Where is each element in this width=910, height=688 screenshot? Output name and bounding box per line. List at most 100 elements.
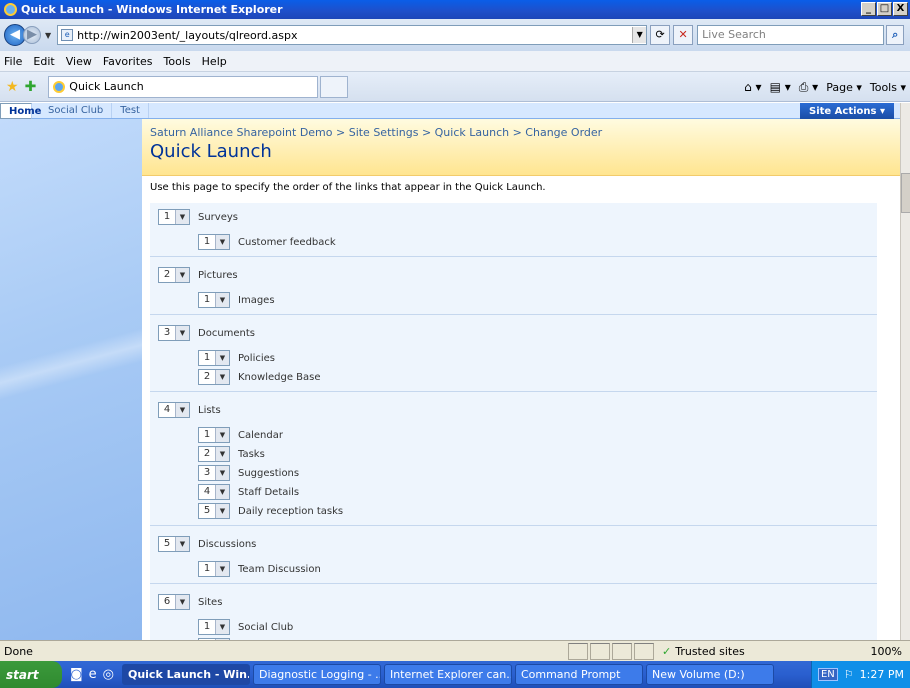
menu-file[interactable]: File [4, 55, 22, 68]
section-row-label: Lists [198, 404, 221, 416]
chevron-down-icon[interactable]: ▼ [175, 326, 189, 340]
chevron-down-icon[interactable]: ▼ [215, 620, 229, 634]
vertical-scrollbar[interactable] [900, 103, 910, 640]
section-row: 5 ▼ Discussions [158, 535, 256, 553]
chevron-down-icon[interactable]: ▼ [215, 351, 229, 365]
task-button[interactable]: Quick Launch - Win... [121, 664, 250, 685]
clock: 1:27 PM [859, 668, 904, 681]
network-icon[interactable]: ⚐ [844, 668, 854, 681]
chevron-down-icon[interactable]: ▼ [175, 403, 189, 417]
order-value: 2 [203, 371, 211, 382]
task-button[interactable]: New Volume (D:) [645, 664, 774, 685]
menu-view[interactable]: View [66, 55, 92, 68]
order-select[interactable]: 3 ▼ [198, 465, 230, 481]
item-row: 1 ▼ Customer feedback [198, 233, 336, 251]
scroll-thumb[interactable] [901, 173, 910, 213]
page-menu[interactable]: Page ▾ [826, 81, 862, 94]
status-cell [568, 642, 588, 660]
menu-edit[interactable]: Edit [33, 55, 54, 68]
order-select[interactable]: 1 ▼ [198, 561, 230, 577]
order-select[interactable]: 1 ▼ [198, 427, 230, 443]
language-indicator[interactable]: EN [817, 668, 838, 681]
order-select[interactable]: 1 ▼ [158, 209, 190, 225]
section-row: 2 ▼ Pictures [158, 266, 238, 284]
address-url[interactable]: http://win2003ent/_layouts/qlreord.aspx [77, 29, 297, 42]
command-bar: ⌂ ▾ ▤ ▾ ⎙ ▾ Page ▾ Tools ▾ [744, 72, 906, 102]
stop-button[interactable]: ✕ [673, 25, 694, 45]
order-select[interactable]: 6 ▼ [158, 594, 190, 610]
zoom-level[interactable]: 100% [863, 645, 910, 658]
chevron-down-icon[interactable]: ▼ [215, 466, 229, 480]
nav-tab-social-club[interactable]: Social Club [40, 103, 113, 118]
security-zone[interactable]: ✓ Trusted sites [656, 645, 784, 658]
chevron-down-icon[interactable]: ▼ [175, 595, 189, 609]
chevron-down-icon[interactable]: ▼ [215, 428, 229, 442]
item-row-label: Policies [238, 352, 275, 364]
tools-menu[interactable]: Tools ▾ [870, 81, 906, 94]
order-select[interactable]: 1 ▼ [198, 619, 230, 635]
ie-logo-icon [4, 3, 17, 16]
chevron-down-icon[interactable]: ▼ [215, 235, 229, 249]
minimize-button[interactable]: _ [861, 2, 876, 16]
add-favorite-icon[interactable]: ✚ [25, 79, 37, 95]
desktop-icon[interactable]: ◙ [70, 667, 83, 682]
order-select[interactable]: 2▼ [198, 369, 230, 385]
maximize-button[interactable]: □ [877, 2, 892, 16]
order-select[interactable]: 1 ▼ [198, 292, 230, 308]
address-dropdown-icon[interactable]: ▼ [632, 27, 647, 43]
refresh-button[interactable]: ⟳ [650, 25, 671, 45]
menu-tools[interactable]: Tools [164, 55, 191, 68]
order-select[interactable]: 1 ▼ [198, 234, 230, 250]
nav-tab-home[interactable]: Home [0, 103, 41, 119]
address-bar[interactable]: e http://win2003ent/_layouts/qlreord.asp… [57, 25, 648, 45]
chevron-down-icon[interactable]: ▼ [215, 562, 229, 576]
ie-quick-icon[interactable]: e [89, 667, 97, 682]
forward-button[interactable]: ▶ [23, 26, 41, 44]
order-select[interactable]: 2▼ [158, 267, 190, 283]
favorites-star-icon[interactable]: ★ [6, 79, 19, 95]
order-select[interactable]: 4 ▼ [158, 402, 190, 418]
new-tab-button[interactable] [320, 75, 349, 98]
chevron-down-icon[interactable]: ▼ [215, 504, 229, 518]
chevron-down-icon[interactable]: ▼ [175, 268, 189, 282]
print-icon[interactable]: ⎙ ▾ [799, 80, 818, 95]
chevron-down-icon[interactable]: ▼ [215, 485, 229, 499]
chevron-down-icon[interactable]: ▼ [175, 210, 189, 224]
order-select[interactable]: 4 ▼ [198, 484, 230, 500]
check-icon: ✓ [662, 644, 672, 658]
quick-launch-panel [0, 119, 142, 640]
order-select[interactable]: 3 ▼ [158, 325, 190, 341]
search-icon[interactable]: ⌕ [886, 25, 905, 45]
order-select[interactable]: 5 ▼ [198, 503, 230, 519]
home-icon[interactable]: ⌂ ▾ [744, 80, 761, 94]
task-button[interactable]: Diagnostic Logging - ... [252, 664, 381, 685]
menu-help[interactable]: Help [202, 55, 227, 68]
page-description: Use this page to specify the order of th… [150, 182, 546, 193]
zone-label: Trusted sites [675, 644, 745, 658]
breadcrumb[interactable]: Saturn Alliance Sharepoint Demo > Site S… [150, 126, 602, 139]
task-button[interactable]: Internet Explorer can... [383, 664, 512, 685]
order-select[interactable]: 5 ▼ [158, 536, 190, 552]
section-divider [150, 314, 877, 315]
nav-tab-test[interactable]: Test [112, 103, 149, 118]
chevron-down-icon[interactable]: ▼ [215, 447, 229, 461]
order-select[interactable]: 2▼ [198, 446, 230, 462]
close-button[interactable]: X [893, 2, 908, 16]
menu-favorites[interactable]: Favorites [103, 55, 153, 68]
start-button[interactable]: start [0, 661, 62, 688]
history-dropdown-icon[interactable]: ▼ [45, 31, 51, 40]
chevron-down-icon[interactable]: ▼ [175, 537, 189, 551]
app-quick-icon[interactable]: ◎ [103, 667, 114, 682]
chevron-down-icon[interactable]: ▼ [215, 293, 229, 307]
feeds-icon[interactable]: ▤ ▾ [770, 80, 791, 94]
order-value: 6 [163, 596, 171, 607]
site-actions-button[interactable]: Site Actions ▾ [800, 103, 894, 119]
task-button[interactable]: Command Prompt [514, 664, 643, 685]
chevron-down-icon[interactable]: ▼ [215, 370, 229, 384]
sharepoint-top-nav: Home Social Club Test Site Actions ▾ [0, 103, 900, 119]
browser-tab[interactable]: Quick Launch [48, 75, 319, 98]
search-input[interactable]: Live Search [697, 25, 885, 45]
window-controls: _ □ X [861, 2, 908, 16]
page-header: Saturn Alliance Sharepoint Demo > Site S… [142, 119, 900, 176]
order-select[interactable]: 1 ▼ [198, 350, 230, 366]
